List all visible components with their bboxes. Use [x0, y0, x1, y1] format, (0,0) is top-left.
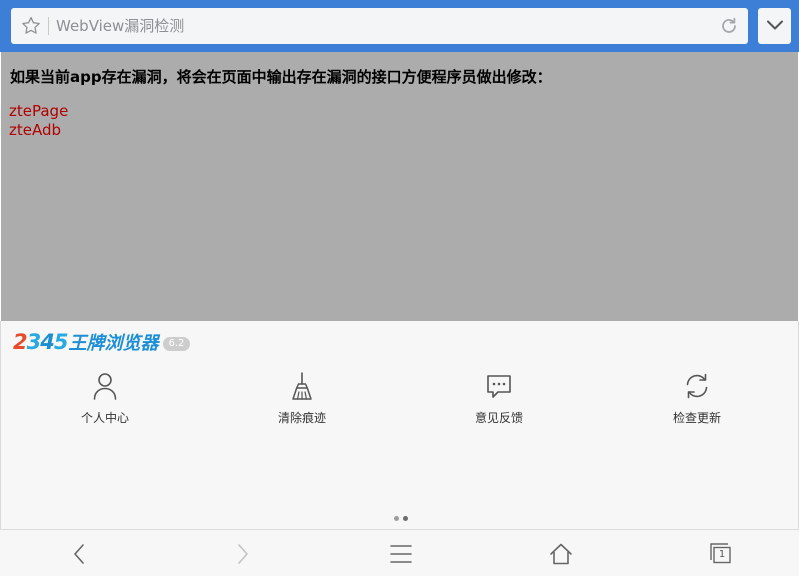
dropdown-button[interactable]	[758, 8, 791, 44]
brand-digit: 3	[26, 330, 42, 354]
tab-count: 1	[718, 549, 726, 560]
version-badge: 6.2	[162, 337, 191, 351]
brand-digit: 2	[13, 330, 28, 354]
menu-item-check-update[interactable]: 检查更新	[642, 371, 752, 433]
menu-panel: 2345王牌浏览器 6.2 个人中心 清除痕迹 意见反馈 检查更新	[0, 321, 799, 529]
page-dot-active	[403, 516, 408, 521]
brand-logo: 2345王牌浏览器 6.2	[13, 329, 191, 355]
star-icon[interactable]	[20, 15, 42, 37]
vulnerable-interface: zteAdb	[9, 121, 62, 139]
menu-item-label: 清除痕迹	[277, 411, 326, 425]
address-bar[interactable]: WebView漏洞检测	[11, 8, 748, 44]
sync-icon	[686, 373, 708, 399]
content-heading: 如果当前app存在漏洞，将会在页面中输出存在漏洞的接口方便程序员做出修改：	[10, 68, 552, 86]
page-title[interactable]: WebView漏洞检测	[56, 8, 184, 44]
vulnerable-interface: ztePage	[9, 102, 69, 120]
menu-item-label: 个人中心	[80, 411, 129, 425]
brand-digit: 5	[53, 330, 69, 354]
menu-item-label: 意见反馈	[474, 411, 523, 425]
home-icon[interactable]	[548, 541, 574, 567]
forward-icon[interactable]	[229, 541, 255, 567]
chevron-down-icon	[767, 20, 783, 30]
page-indicator[interactable]	[394, 516, 414, 522]
web-content: 如果当前app存在漏洞，将会在页面中输出存在漏洞的接口方便程序员做出修改： zt…	[1, 52, 798, 321]
menu-item-label: 检查更新	[672, 411, 721, 425]
top-bar: WebView漏洞检测	[0, 0, 799, 52]
broom-icon	[292, 372, 312, 400]
bottom-nav-bar: 1	[0, 529, 799, 576]
tabs-button[interactable]: 1	[708, 541, 734, 567]
brand-digit: 4	[40, 330, 55, 354]
chat-bubble-icon	[487, 375, 511, 398]
back-icon[interactable]	[67, 541, 93, 567]
page-dot	[394, 516, 399, 521]
brand-digits: 2345	[13, 330, 68, 354]
refresh-icon[interactable]	[719, 16, 739, 36]
vulnerable-interface-list: ztePage zteAdb	[9, 102, 68, 140]
brand-name: 王牌浏览器	[68, 333, 159, 354]
menu-item-personal-center[interactable]: 个人中心	[50, 371, 160, 433]
menu-item-feedback[interactable]: 意见反馈	[444, 371, 554, 433]
menu-item-clear-history[interactable]: 清除痕迹	[247, 371, 357, 433]
person-icon	[93, 373, 117, 400]
menu-icon[interactable]	[388, 541, 414, 567]
address-separator	[48, 17, 49, 35]
